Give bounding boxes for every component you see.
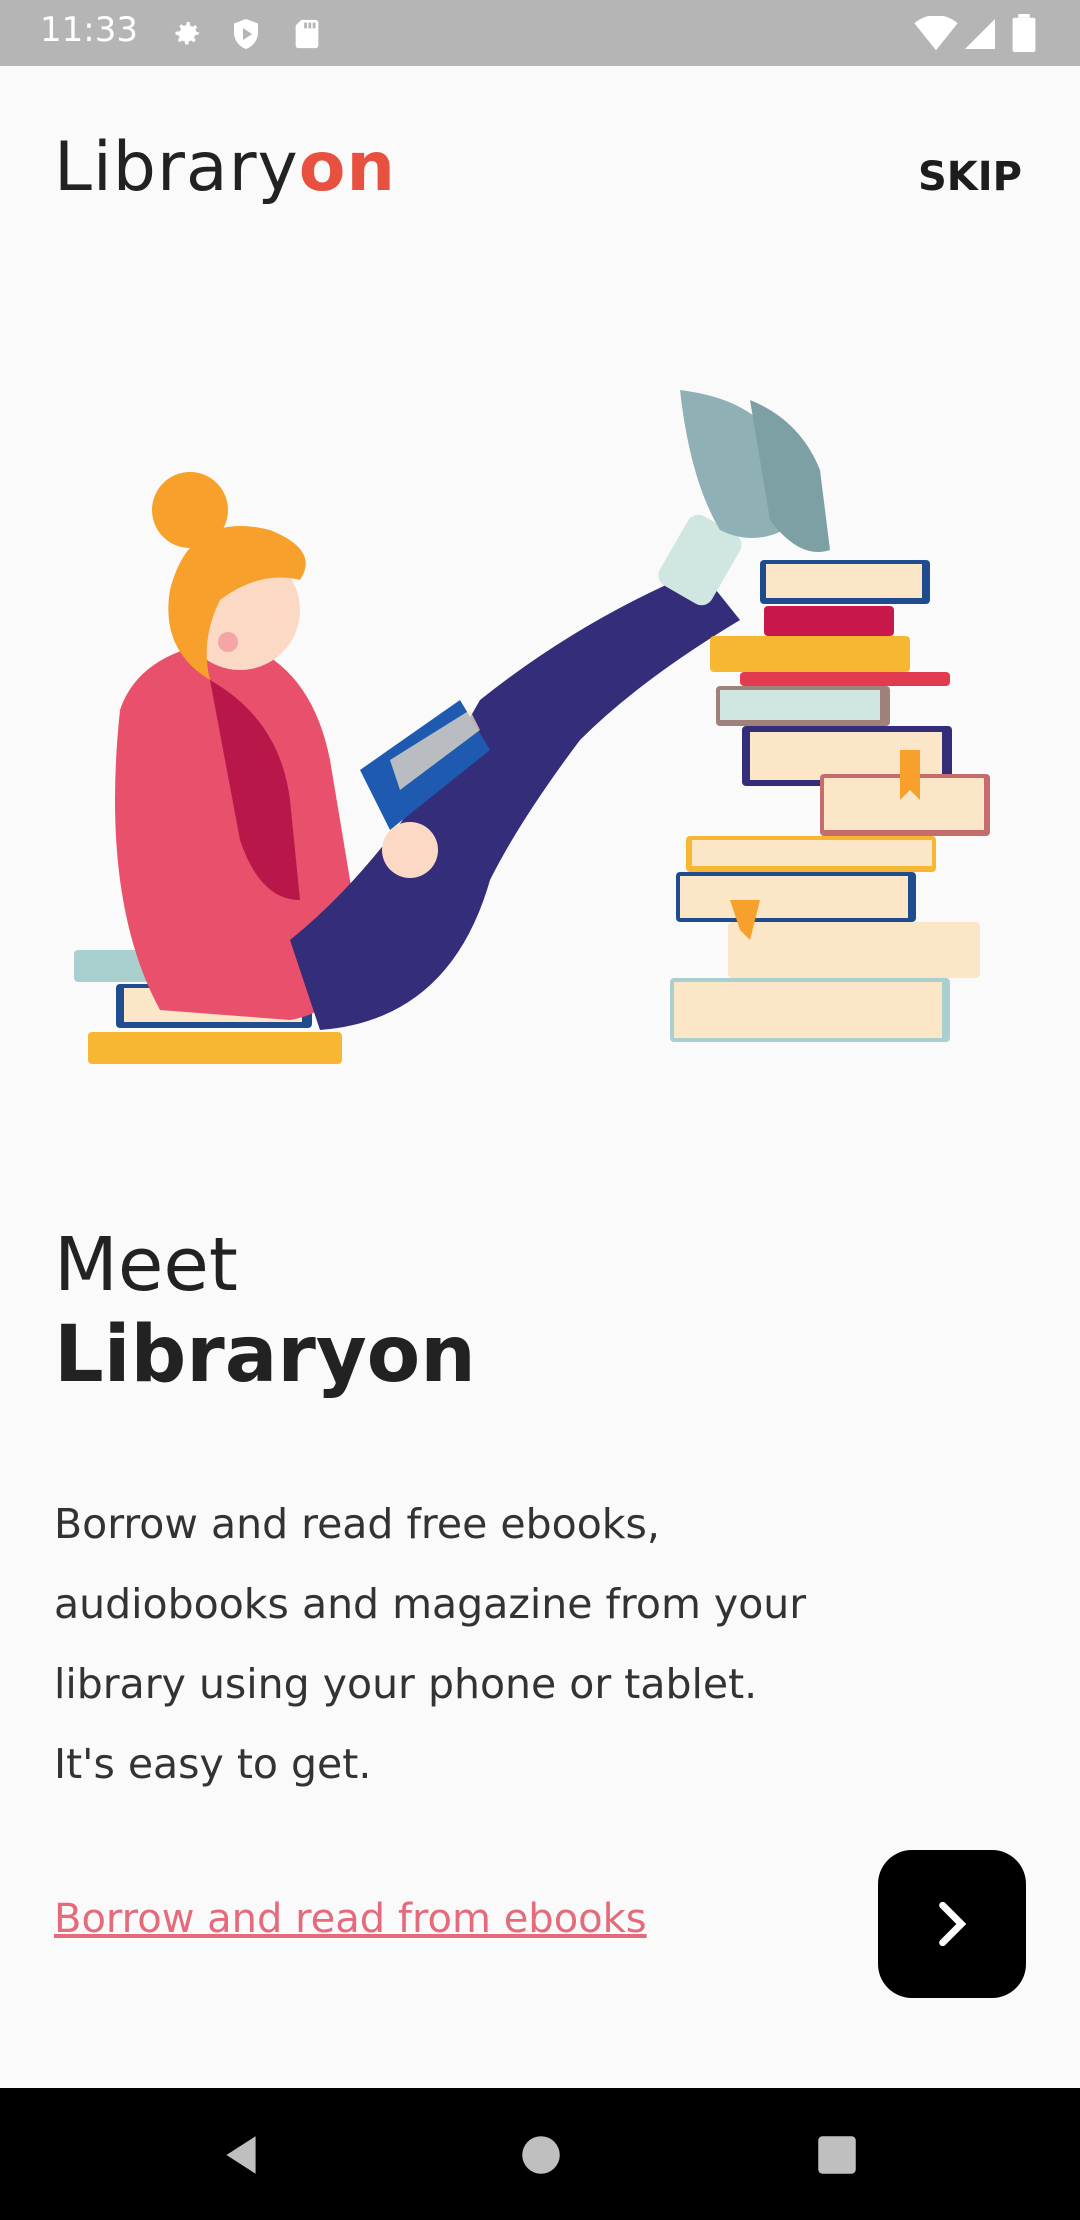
signal-icon: [962, 16, 998, 56]
sd-card-icon: [290, 16, 324, 56]
logo-accent-text: on: [298, 128, 396, 207]
title-app-name: Libraryon: [54, 1310, 476, 1400]
status-bar: 11:33: [0, 0, 1080, 66]
back-icon[interactable]: [216, 2130, 266, 2180]
recents-icon[interactable]: [812, 2130, 862, 2180]
description-text: Borrow and read free ebooks, audiobooks …: [54, 1500, 807, 1788]
skip-button[interactable]: SKIP: [918, 154, 1022, 200]
battery-icon: [1012, 14, 1036, 56]
borrow-ebooks-link[interactable]: Borrow and read from ebooks: [54, 1896, 647, 1942]
hero-illustration: [60, 380, 1000, 1080]
play-protect-icon: [228, 16, 264, 56]
wifi-icon: [914, 15, 958, 56]
status-time: 11:33: [40, 10, 138, 50]
home-icon[interactable]: [516, 2130, 566, 2180]
navigation-bar: [0, 2088, 1080, 2220]
gear-icon: [168, 16, 204, 56]
logo-main-text: Library: [54, 128, 299, 207]
title-meet: Meet: [54, 1222, 238, 1308]
app-logo: Libraryon: [54, 128, 396, 207]
next-button[interactable]: [878, 1850, 1026, 1998]
